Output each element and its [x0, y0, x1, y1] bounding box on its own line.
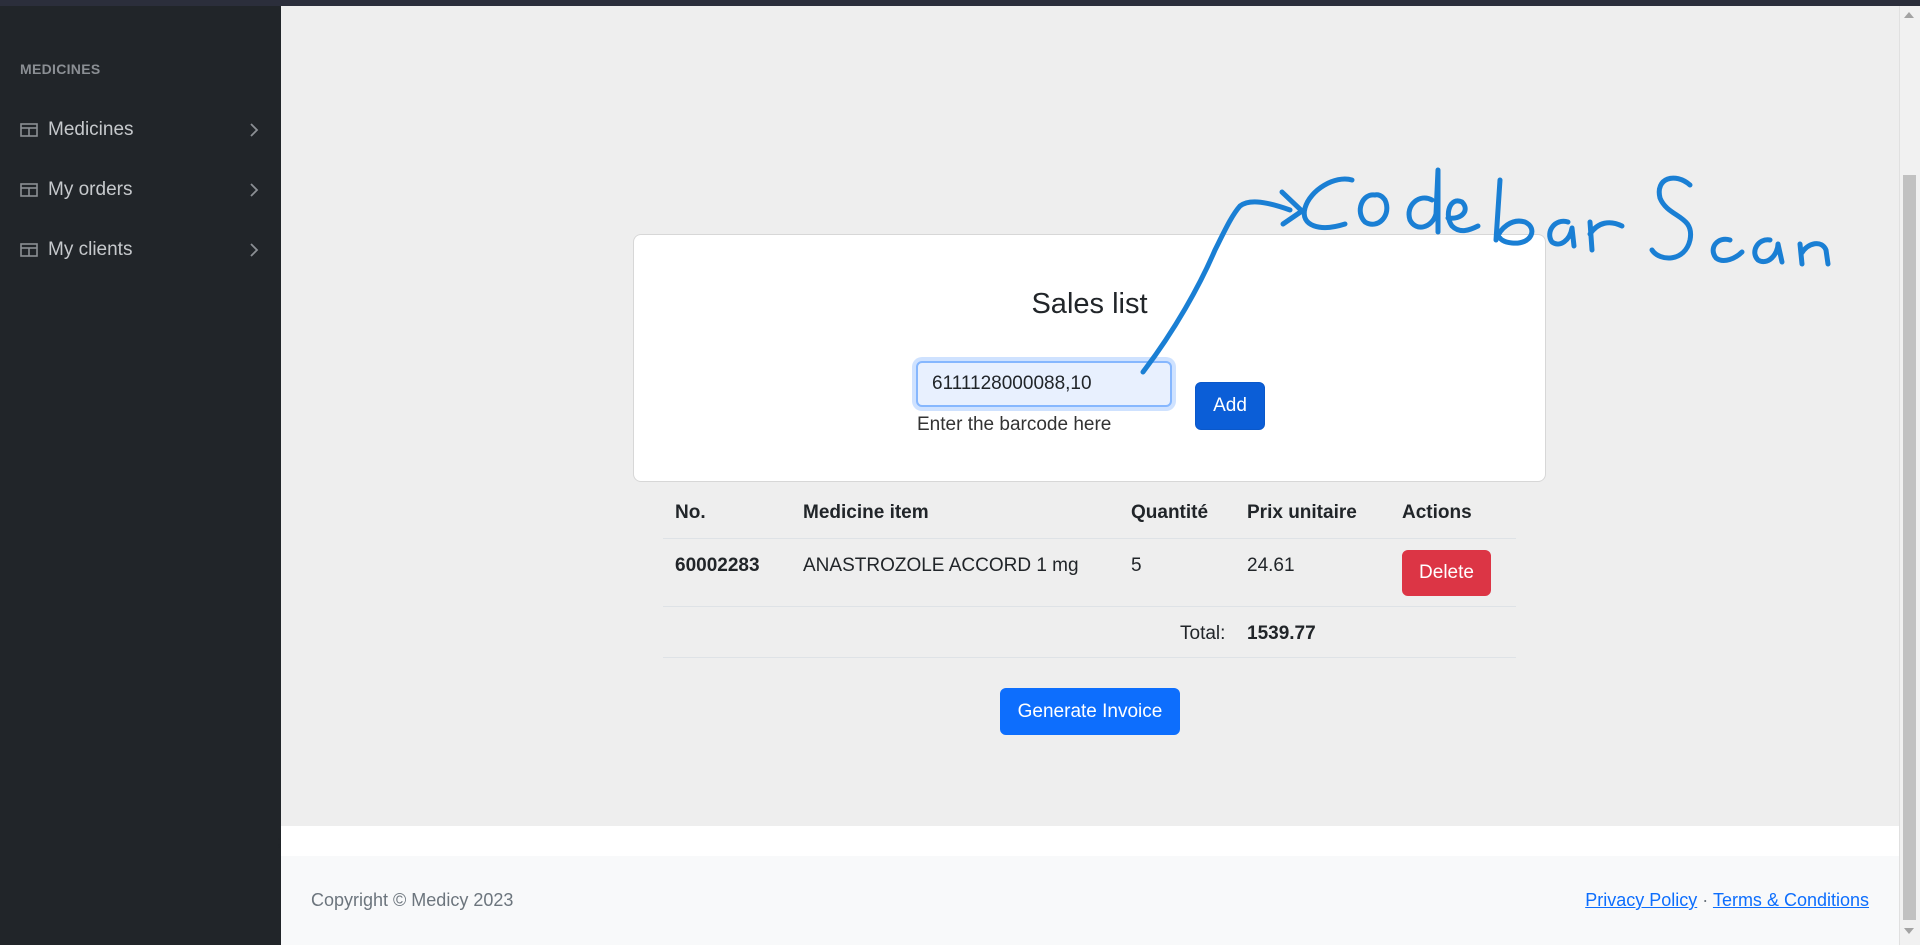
terms-conditions-link[interactable]: Terms & Conditions [1713, 890, 1869, 910]
chevron-right-icon [250, 183, 259, 197]
chevron-right-icon [250, 123, 259, 137]
column-header-no: No. [675, 502, 706, 523]
column-header-quantity: Quantité [1131, 502, 1209, 523]
sidebar-heading: MEDICINES [20, 61, 101, 77]
cell-no: 60002283 [675, 555, 760, 576]
column-header-unit-price: Prix unitaire [1247, 502, 1357, 523]
cell-unit-price: 24.61 [1247, 555, 1295, 576]
total-label: Total: [1180, 623, 1226, 644]
sidebar-item-label: My clients [48, 239, 133, 260]
delete-button[interactable]: Delete [1402, 550, 1491, 596]
footer-links: Privacy Policy · Terms & Conditions [1585, 890, 1869, 911]
table-icon [20, 183, 38, 197]
total-value: 1539.77 [1247, 623, 1316, 644]
table-icon [20, 243, 38, 257]
row-divider [663, 657, 1516, 658]
content-bottom-strip [281, 826, 1899, 856]
sidebar-item-my-orders[interactable]: My orders [0, 165, 281, 215]
footer: Copyright © Medicy 2023 Privacy Policy ·… [281, 856, 1899, 945]
column-header-actions: Actions [1402, 502, 1472, 523]
column-header-medicine-item: Medicine item [803, 502, 929, 523]
scrollbar-thumb[interactable] [1903, 175, 1916, 920]
footer-separator: · [1702, 890, 1709, 910]
row-divider [663, 606, 1516, 607]
row-divider [663, 538, 1516, 539]
table-icon [20, 123, 38, 137]
sidebar-item-my-clients[interactable]: My clients [0, 225, 281, 275]
cell-quantity: 5 [1131, 555, 1142, 576]
copyright-text: Copyright © Medicy 2023 [311, 890, 514, 910]
generate-invoice-button[interactable]: Generate Invoice [1000, 688, 1180, 735]
chevron-right-icon [250, 243, 259, 257]
barcode-input[interactable] [916, 361, 1172, 407]
sales-card: Sales list Enter the barcode here Add [633, 234, 1546, 482]
stray-text: ; [277, 833, 282, 850]
sidebar-item-label: Medicines [48, 119, 134, 140]
scroll-down-icon[interactable] [1904, 928, 1914, 934]
sidebar-item-label: My orders [48, 179, 133, 200]
sidebar: MEDICINES Medicines My orders My clients [0, 6, 281, 945]
privacy-policy-link[interactable]: Privacy Policy [1585, 890, 1697, 910]
add-button[interactable]: Add [1195, 382, 1265, 430]
page-title: Sales list [1031, 288, 1148, 320]
scroll-up-icon[interactable] [1904, 12, 1914, 18]
barcode-help-text: Enter the barcode here [917, 414, 1112, 435]
sidebar-item-medicines[interactable]: Medicines [0, 105, 281, 155]
cell-medicine-item: ANASTROZOLE ACCORD 1 mg [803, 555, 1079, 576]
